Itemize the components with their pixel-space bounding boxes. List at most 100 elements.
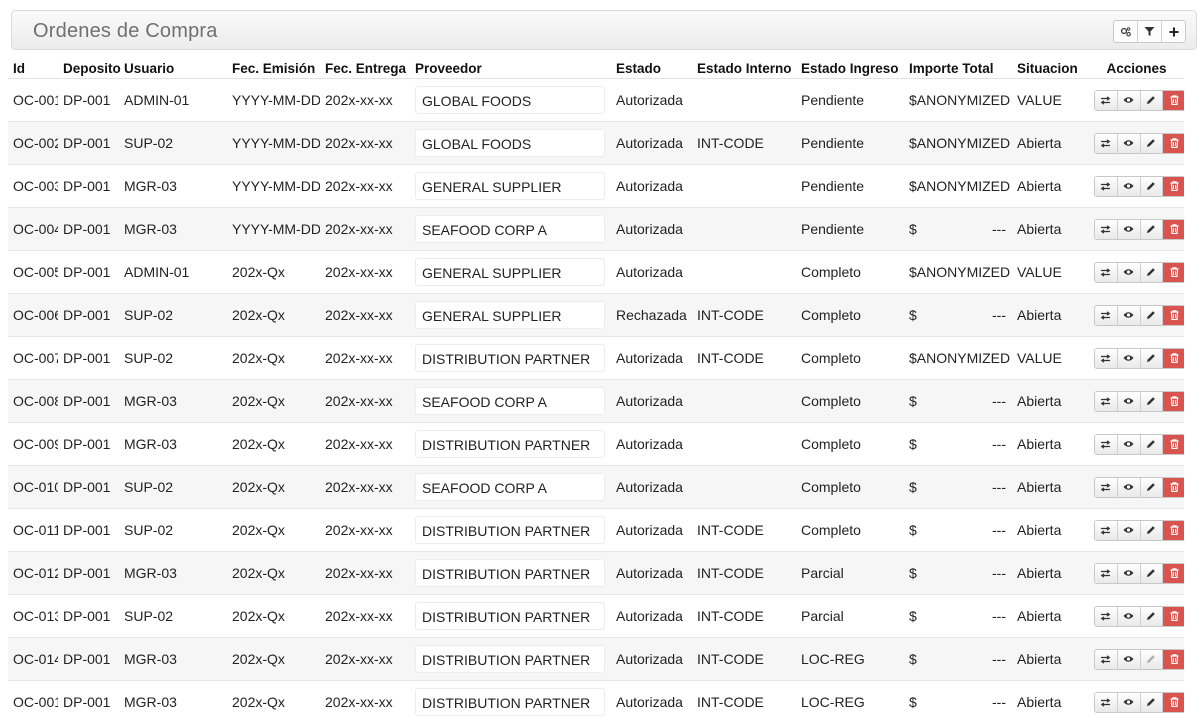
transfer-button[interactable]	[1095, 263, 1118, 282]
table-row[interactable]: OC-006DP-001SUP-02202x-Qx202x-xx-xxGENER…	[8, 294, 1184, 337]
table-row[interactable]: OC-005DP-001ADMIN-01202x-Qx202x-xx-xxGEN…	[8, 251, 1184, 294]
delete-button[interactable]	[1163, 91, 1184, 110]
edit-button[interactable]	[1141, 349, 1164, 368]
delete-button[interactable]	[1163, 435, 1184, 454]
delete-button[interactable]	[1163, 564, 1184, 583]
delete-button[interactable]	[1163, 607, 1184, 626]
col-id[interactable]: Id	[8, 58, 58, 79]
table-row[interactable]: OC-009DP-001MGR-03202x-Qx202x-xx-xxDISTR…	[8, 423, 1184, 466]
transfer-button[interactable]	[1095, 521, 1118, 540]
col-estado-ingreso[interactable]: Estado Ingreso	[796, 58, 904, 79]
col-fec-entrega[interactable]: Fec. Entrega	[320, 58, 410, 79]
col-situacion[interactable]: Situacion	[1012, 58, 1084, 79]
delete-button[interactable]	[1163, 220, 1184, 239]
transfer-button[interactable]	[1095, 134, 1118, 153]
table-row[interactable]: OC-012DP-001MGR-03202x-Qx202x-xx-xxDISTR…	[8, 552, 1184, 595]
edit-button[interactable]	[1141, 392, 1164, 411]
edit-button[interactable]	[1141, 263, 1164, 282]
table-row[interactable]: OC-010DP-001SUP-02202x-Qx202x-xx-xxSEAFO…	[8, 466, 1184, 509]
table-row[interactable]: OC-011DP-001SUP-02202x-Qx202x-xx-xxDISTR…	[8, 509, 1184, 552]
table-row[interactable]: OC-013DP-001SUP-02202x-Qx202x-xx-xxDISTR…	[8, 595, 1184, 638]
view-button[interactable]	[1118, 263, 1141, 282]
table-row[interactable]: OC-002DP-001SUP-02YYYY-MM-DD202x-xx-xxGL…	[8, 122, 1184, 165]
transfer-button[interactable]	[1095, 177, 1118, 196]
transfer-button[interactable]	[1095, 392, 1118, 411]
transfer-button[interactable]	[1095, 306, 1118, 325]
col-estado[interactable]: Estado	[611, 58, 692, 79]
cell-estado-ingreso: LOC-REG	[796, 681, 904, 723]
cell-deposito: DP-001	[58, 294, 119, 337]
add-button[interactable]	[1162, 21, 1185, 42]
edit-button[interactable]	[1141, 91, 1164, 110]
delete-button[interactable]	[1163, 521, 1184, 540]
view-button[interactable]	[1118, 392, 1141, 411]
currency-symbol: $	[909, 92, 917, 108]
transfer-button[interactable]	[1095, 478, 1118, 497]
table-row[interactable]: OC-001DP-001ADMIN-01YYYY-MM-DD202x-xx-xx…	[8, 79, 1184, 122]
edit-button[interactable]	[1141, 220, 1164, 239]
cell-situacion: Abierta	[1012, 122, 1084, 165]
settings-button[interactable]	[1114, 21, 1138, 42]
edit-button[interactable]	[1141, 607, 1164, 626]
view-button[interactable]	[1118, 650, 1141, 669]
transfer-button[interactable]	[1095, 650, 1118, 669]
edit-button[interactable]	[1141, 306, 1164, 325]
edit-button[interactable]	[1141, 478, 1164, 497]
table-row[interactable]: OC-008DP-001MGR-03202x-Qx202x-xx-xxSEAFO…	[8, 380, 1184, 423]
delete-button[interactable]	[1163, 478, 1184, 497]
cell-usuario: ADMIN-01	[119, 79, 227, 122]
view-button[interactable]	[1118, 220, 1141, 239]
view-button[interactable]	[1118, 134, 1141, 153]
col-proveedor[interactable]: Proveedor	[410, 58, 611, 79]
view-button[interactable]	[1118, 349, 1141, 368]
transfer-button[interactable]	[1095, 349, 1118, 368]
delete-button[interactable]	[1163, 263, 1184, 282]
transfer-button[interactable]	[1095, 220, 1118, 239]
view-button[interactable]	[1118, 435, 1141, 454]
edit-button[interactable]	[1141, 650, 1164, 669]
col-deposito[interactable]: Deposito	[58, 58, 119, 79]
edit-button[interactable]	[1141, 134, 1164, 153]
edit-button[interactable]	[1141, 564, 1164, 583]
col-estado-interno[interactable]: Estado Interno	[692, 58, 796, 79]
delete-button[interactable]	[1163, 693, 1184, 712]
view-button[interactable]	[1118, 306, 1141, 325]
delete-button[interactable]	[1163, 134, 1184, 153]
edit-button[interactable]	[1141, 177, 1164, 196]
transfer-button[interactable]	[1095, 435, 1118, 454]
transfer-button[interactable]	[1095, 693, 1118, 712]
delete-button[interactable]	[1163, 306, 1184, 325]
delete-button[interactable]	[1163, 177, 1184, 196]
table-row[interactable]: OC-001DP-001MGR-03202x-Qx202x-xx-xxDISTR…	[8, 681, 1184, 723]
edit-button[interactable]	[1141, 521, 1164, 540]
table-row[interactable]: OC-004DP-001MGR-03YYYY-MM-DD202x-xx-xxSE…	[8, 208, 1184, 251]
table-row[interactable]: OC-003DP-001MGR-03YYYY-MM-DD202x-xx-xxGE…	[8, 165, 1184, 208]
cell-usuario: SUP-02	[119, 294, 227, 337]
edit-button[interactable]	[1141, 693, 1164, 712]
table-row[interactable]: OC-014DP-001MGR-03202x-Qx202x-xx-xxDISTR…	[8, 638, 1184, 681]
col-usuario[interactable]: Usuario	[119, 58, 227, 79]
table-row[interactable]: OC-007DP-001SUP-02202x-Qx202x-xx-xxDISTR…	[8, 337, 1184, 380]
view-button[interactable]	[1118, 521, 1141, 540]
filter-button[interactable]	[1138, 21, 1162, 42]
row-actions	[1094, 219, 1184, 240]
view-button[interactable]	[1118, 478, 1141, 497]
view-button[interactable]	[1118, 564, 1141, 583]
transfer-button[interactable]	[1095, 607, 1118, 626]
edit-button[interactable]	[1141, 435, 1164, 454]
delete-button[interactable]	[1163, 392, 1184, 411]
col-fec-emision[interactable]: Fec. Emisión	[227, 58, 320, 79]
view-button[interactable]	[1118, 91, 1141, 110]
row-actions	[1094, 606, 1184, 627]
col-importe-total[interactable]: Importe Total	[904, 58, 1012, 79]
transfer-button[interactable]	[1095, 91, 1118, 110]
view-button[interactable]	[1118, 177, 1141, 196]
row-actions	[1094, 391, 1184, 412]
cell-estado-interno: INT-CODE	[692, 122, 796, 165]
delete-button[interactable]	[1163, 349, 1184, 368]
delete-button[interactable]	[1163, 650, 1184, 669]
transfer-button[interactable]	[1095, 564, 1118, 583]
view-button[interactable]	[1118, 693, 1141, 712]
view-button[interactable]	[1118, 607, 1141, 626]
edit-icon	[1146, 439, 1156, 449]
